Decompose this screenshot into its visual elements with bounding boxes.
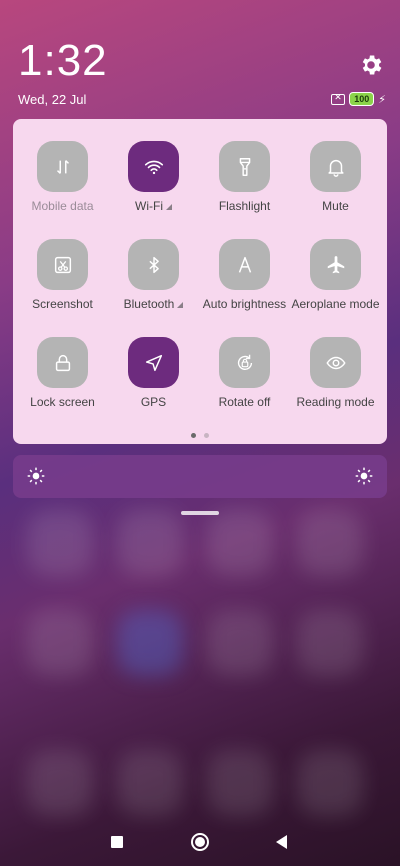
tile-label: Screenshot [32, 297, 93, 311]
lock-icon [37, 337, 88, 388]
brightness-high-icon [355, 467, 373, 485]
tile-flashlight[interactable]: Flashlight [199, 141, 290, 213]
tile-reading-mode[interactable]: Reading mode [290, 337, 381, 409]
charging-icon: ⚡ [378, 93, 386, 106]
tile-mute[interactable]: Mute [290, 141, 381, 213]
clock-time[interactable]: 1:32 [18, 36, 108, 86]
tile-rotate-off[interactable]: Rotate off [199, 337, 290, 409]
flashlight-icon [219, 141, 270, 192]
tile-label: Rotate off [218, 395, 271, 409]
tile-label: Mobile data [31, 199, 94, 213]
tile-aeroplane-mode[interactable]: Aeroplane mode [290, 239, 381, 311]
tile-lock-screen[interactable]: Lock screen [17, 337, 108, 409]
bell-icon [310, 141, 361, 192]
tile-label: Lock screen [30, 395, 95, 409]
blurred-home-screen [0, 500, 400, 816]
status-icons: 100 ⚡ [331, 92, 386, 106]
expand-triangle-icon [177, 302, 184, 308]
brightness-slider[interactable] [13, 455, 387, 498]
no-sim-icon [331, 92, 346, 105]
brightness-low-icon [27, 467, 45, 485]
back-button[interactable] [276, 835, 287, 849]
tile-label: Aeroplane mode [291, 297, 380, 311]
tile-label: Reading mode [296, 395, 375, 409]
page-dot-active[interactable] [191, 433, 196, 438]
location-icon [128, 337, 179, 388]
page-indicator [13, 433, 387, 438]
tile-label: GPS [140, 395, 167, 409]
page-dot[interactable] [204, 433, 209, 438]
settings-gear-icon[interactable] [358, 52, 384, 78]
tile-label: Bluetooth [108, 297, 199, 311]
tile-auto-brightness[interactable]: Auto brightness [199, 239, 290, 311]
expand-triangle-icon [165, 204, 172, 210]
quick-settings-panel: Mobile data Wi-Fi Flashlight Mute Screen… [13, 119, 387, 444]
panel-drag-handle[interactable] [181, 511, 219, 515]
tile-wifi[interactable]: Wi-Fi [108, 141, 199, 213]
auto-brightness-icon [219, 239, 270, 290]
home-button[interactable] [191, 833, 209, 851]
wifi-icon [128, 141, 179, 192]
battery-indicator: 100 [349, 92, 375, 106]
recent-apps-button[interactable] [111, 836, 123, 848]
airplane-icon [310, 239, 361, 290]
navigation-bar [0, 826, 400, 858]
eye-icon [310, 337, 361, 388]
tile-screenshot[interactable]: Screenshot [17, 239, 108, 311]
screenshot-icon [37, 239, 88, 290]
tile-label: Flashlight [218, 199, 271, 213]
tile-label: Auto brightness [202, 297, 287, 311]
tile-label: Wi-Fi [108, 199, 199, 213]
tile-label: Mute [322, 199, 349, 213]
mobile-data-icon [37, 141, 88, 192]
tile-mobile-data[interactable]: Mobile data [17, 141, 108, 213]
date-label[interactable]: Wed, 22 Jul [18, 92, 86, 107]
tile-bluetooth[interactable]: Bluetooth [108, 239, 199, 311]
tile-gps[interactable]: GPS [108, 337, 199, 409]
rotate-icon [219, 337, 270, 388]
bluetooth-icon [128, 239, 179, 290]
